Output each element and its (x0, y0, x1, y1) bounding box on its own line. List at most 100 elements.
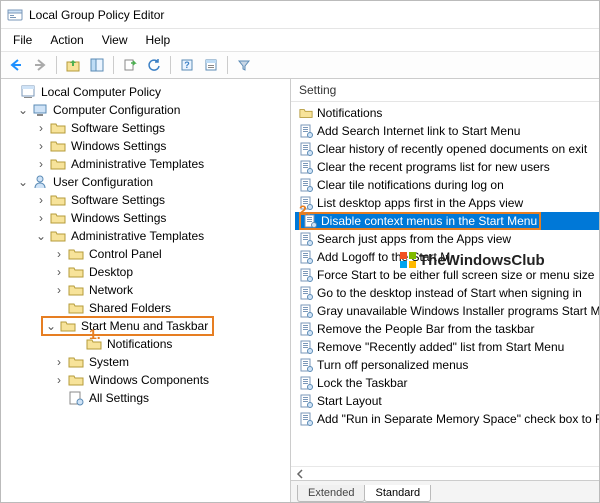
back-button[interactable] (5, 54, 27, 76)
folder-icon (68, 372, 84, 388)
tree-pane[interactable]: 1. Local Computer Policy ⌄ Computer Conf… (1, 79, 291, 502)
menu-action[interactable]: Action (42, 31, 91, 49)
list-item[interactable]: Start Layout (295, 392, 599, 410)
filter-button[interactable] (233, 54, 255, 76)
tree-item[interactable]: ›Desktop (5, 263, 290, 281)
tree-item[interactable]: ›System (5, 353, 290, 371)
tree-label: Computer Configuration (51, 102, 182, 118)
policy-icon (299, 394, 313, 408)
show-hide-tree-button[interactable] (86, 54, 108, 76)
chevron-right-icon[interactable]: › (53, 266, 65, 278)
policy-icon (299, 340, 313, 354)
chevron-right-icon[interactable]: › (35, 212, 47, 224)
tree-admin-templates[interactable]: ⌄Administrative Templates (5, 227, 290, 245)
list-item[interactable]: Add "Run in Separate Memory Space" check… (295, 410, 599, 428)
folder-icon (68, 354, 84, 370)
menu-help[interactable]: Help (138, 31, 179, 49)
folder-icon (68, 282, 84, 298)
policy-icon (299, 358, 313, 372)
tree-computer-configuration[interactable]: ⌄ Computer Configuration (5, 101, 290, 119)
tree-item[interactable]: All Settings (5, 389, 290, 407)
folder-icon (50, 120, 66, 136)
list-item[interactable]: Add Search Internet link to Start Menu (295, 122, 599, 140)
list-item[interactable]: Search just apps from the Apps view (295, 230, 599, 248)
tree-label: Shared Folders (87, 300, 173, 316)
chevron-right-icon[interactable]: › (35, 140, 47, 152)
chevron-right-icon[interactable]: › (53, 284, 65, 296)
horizontal-scrollbar[interactable] (291, 466, 599, 480)
view-tabs: Extended Standard (291, 480, 599, 502)
list-item[interactable]: Gray unavailable Windows Installer progr… (295, 302, 599, 320)
menu-view[interactable]: View (94, 31, 136, 49)
list-item[interactable]: Clear history of recently opened documen… (295, 140, 599, 158)
chevron-right-icon[interactable]: › (35, 194, 47, 206)
tree-item[interactable]: Shared Folders (5, 299, 290, 317)
folder-icon (50, 210, 66, 226)
list-item-label: List desktop apps first in the Apps view (317, 196, 523, 210)
list-item[interactable]: Lock the Taskbar (295, 374, 599, 392)
tree-user-configuration[interactable]: ⌄ User Configuration (5, 173, 290, 191)
list-item[interactable]: Clear tile notifications during log on (295, 176, 599, 194)
tree-item[interactable]: ›Windows Settings (5, 209, 290, 227)
list-folder-notifications[interactable]: Notifications (295, 104, 599, 122)
menubar: File Action View Help (1, 29, 599, 51)
chevron-right-icon[interactable]: › (53, 248, 65, 260)
policy-icon (299, 250, 313, 264)
list-item[interactable]: List desktop apps first in the Apps view (295, 194, 599, 212)
tree-item[interactable]: ›Software Settings (5, 191, 290, 209)
export-button[interactable] (119, 54, 141, 76)
list-item-label: Add Logoff to the Start M (317, 250, 450, 264)
forward-button[interactable] (29, 54, 51, 76)
tab-standard[interactable]: Standard (364, 485, 431, 502)
tree-item[interactable]: ›Control Panel (5, 245, 290, 263)
separator-icon (227, 56, 228, 74)
window-title: Local Group Policy Editor (29, 8, 164, 22)
tree-start-menu-taskbar[interactable]: ⌄ Start Menu and Taskbar (5, 317, 290, 335)
list-item-label: Clear history of recently opened documen… (317, 142, 587, 156)
separator-icon (170, 56, 171, 74)
tree-item[interactable]: ›Network (5, 281, 290, 299)
chevron-down-icon[interactable]: ⌄ (17, 176, 29, 188)
settings-list[interactable]: NotificationsAdd Search Internet link to… (291, 102, 599, 466)
tab-extended[interactable]: Extended (297, 485, 365, 502)
callout-two: 2. (299, 202, 311, 218)
tree-label: Windows Settings (69, 138, 168, 154)
tree-item[interactable]: › Windows Settings (5, 137, 290, 155)
folder-icon (68, 264, 84, 280)
chevron-right-icon[interactable]: › (35, 158, 47, 170)
policy-icon (299, 322, 313, 336)
chevron-down-icon[interactable]: ⌄ (35, 230, 47, 242)
list-item[interactable]: Remove "Recently added" list from Start … (295, 338, 599, 356)
tree-item[interactable]: ›Administrative Templates (5, 155, 290, 173)
help-button[interactable]: ? (176, 54, 198, 76)
list-item[interactable]: Remove the People Bar from the taskbar (295, 320, 599, 338)
list-item[interactable]: Add Logoff to the Start M (295, 248, 599, 266)
tree-label: Notifications (105, 336, 174, 352)
list-item[interactable]: Clear the recent programs list for new u… (295, 158, 599, 176)
list-item[interactable]: Turn off personalized menus (295, 356, 599, 374)
list-item-label: Disable context menus in the Start Menu (321, 214, 537, 228)
tree-item[interactable]: ›Software Settings (5, 119, 290, 137)
refresh-button[interactable] (143, 54, 165, 76)
separator-icon (113, 56, 114, 74)
list-item-label: Add "Run in Separate Memory Space" check… (317, 412, 599, 426)
list-item-selected[interactable]: Disable context menus in the Start Menu (295, 212, 599, 230)
chevron-right-icon[interactable]: › (35, 122, 47, 134)
folder-icon (299, 106, 313, 120)
chevron-down-icon[interactable]: ⌄ (17, 104, 29, 116)
chevron-down-icon[interactable]: ⌄ (45, 320, 57, 332)
column-header-setting[interactable]: Setting (291, 79, 599, 102)
chevron-right-icon[interactable]: › (53, 374, 65, 386)
tree-item[interactable]: ›Windows Components (5, 371, 290, 389)
tree-root[interactable]: Local Computer Policy (5, 83, 290, 101)
folder-icon (68, 246, 84, 262)
list-item[interactable]: Force Start to be either full screen siz… (295, 266, 599, 284)
list-item[interactable]: Go to the desktop instead of Start when … (295, 284, 599, 302)
tree-item[interactable]: Notifications (5, 335, 290, 353)
list-item-label: Force Start to be either full screen siz… (317, 268, 594, 282)
properties-button[interactable] (200, 54, 222, 76)
menu-file[interactable]: File (5, 31, 40, 49)
up-button[interactable] (62, 54, 84, 76)
chevron-right-icon[interactable]: › (53, 356, 65, 368)
list-pane: Setting NotificationsAdd Search Internet… (291, 79, 599, 502)
